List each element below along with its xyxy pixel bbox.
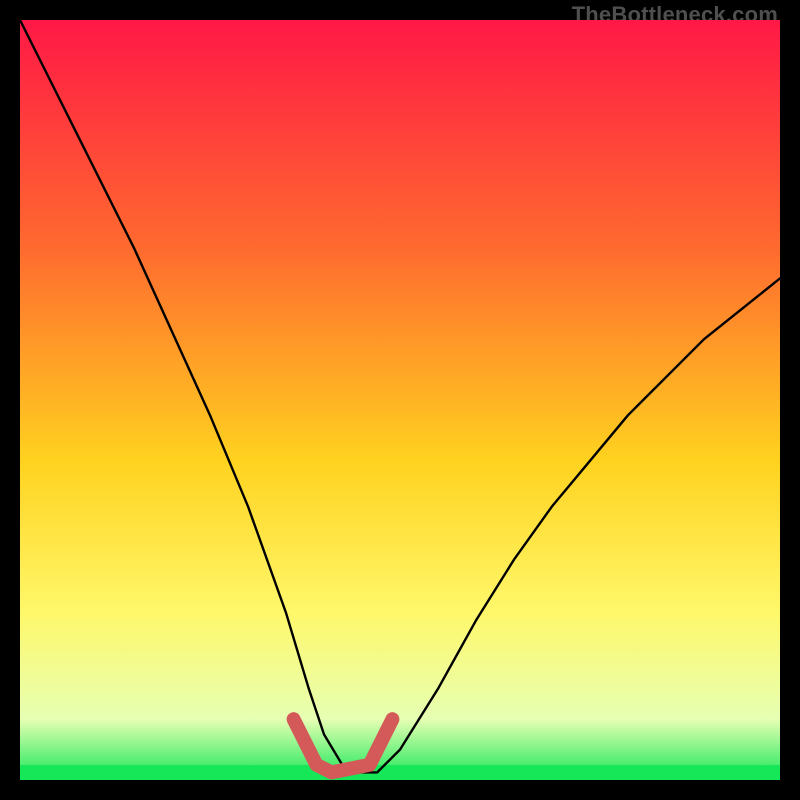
- chart-plot-area: [20, 20, 780, 780]
- green-band: [20, 765, 780, 780]
- chart-frame: TheBottleneck.com: [0, 0, 800, 800]
- chart-svg: [20, 20, 780, 780]
- gradient-background: [20, 20, 780, 780]
